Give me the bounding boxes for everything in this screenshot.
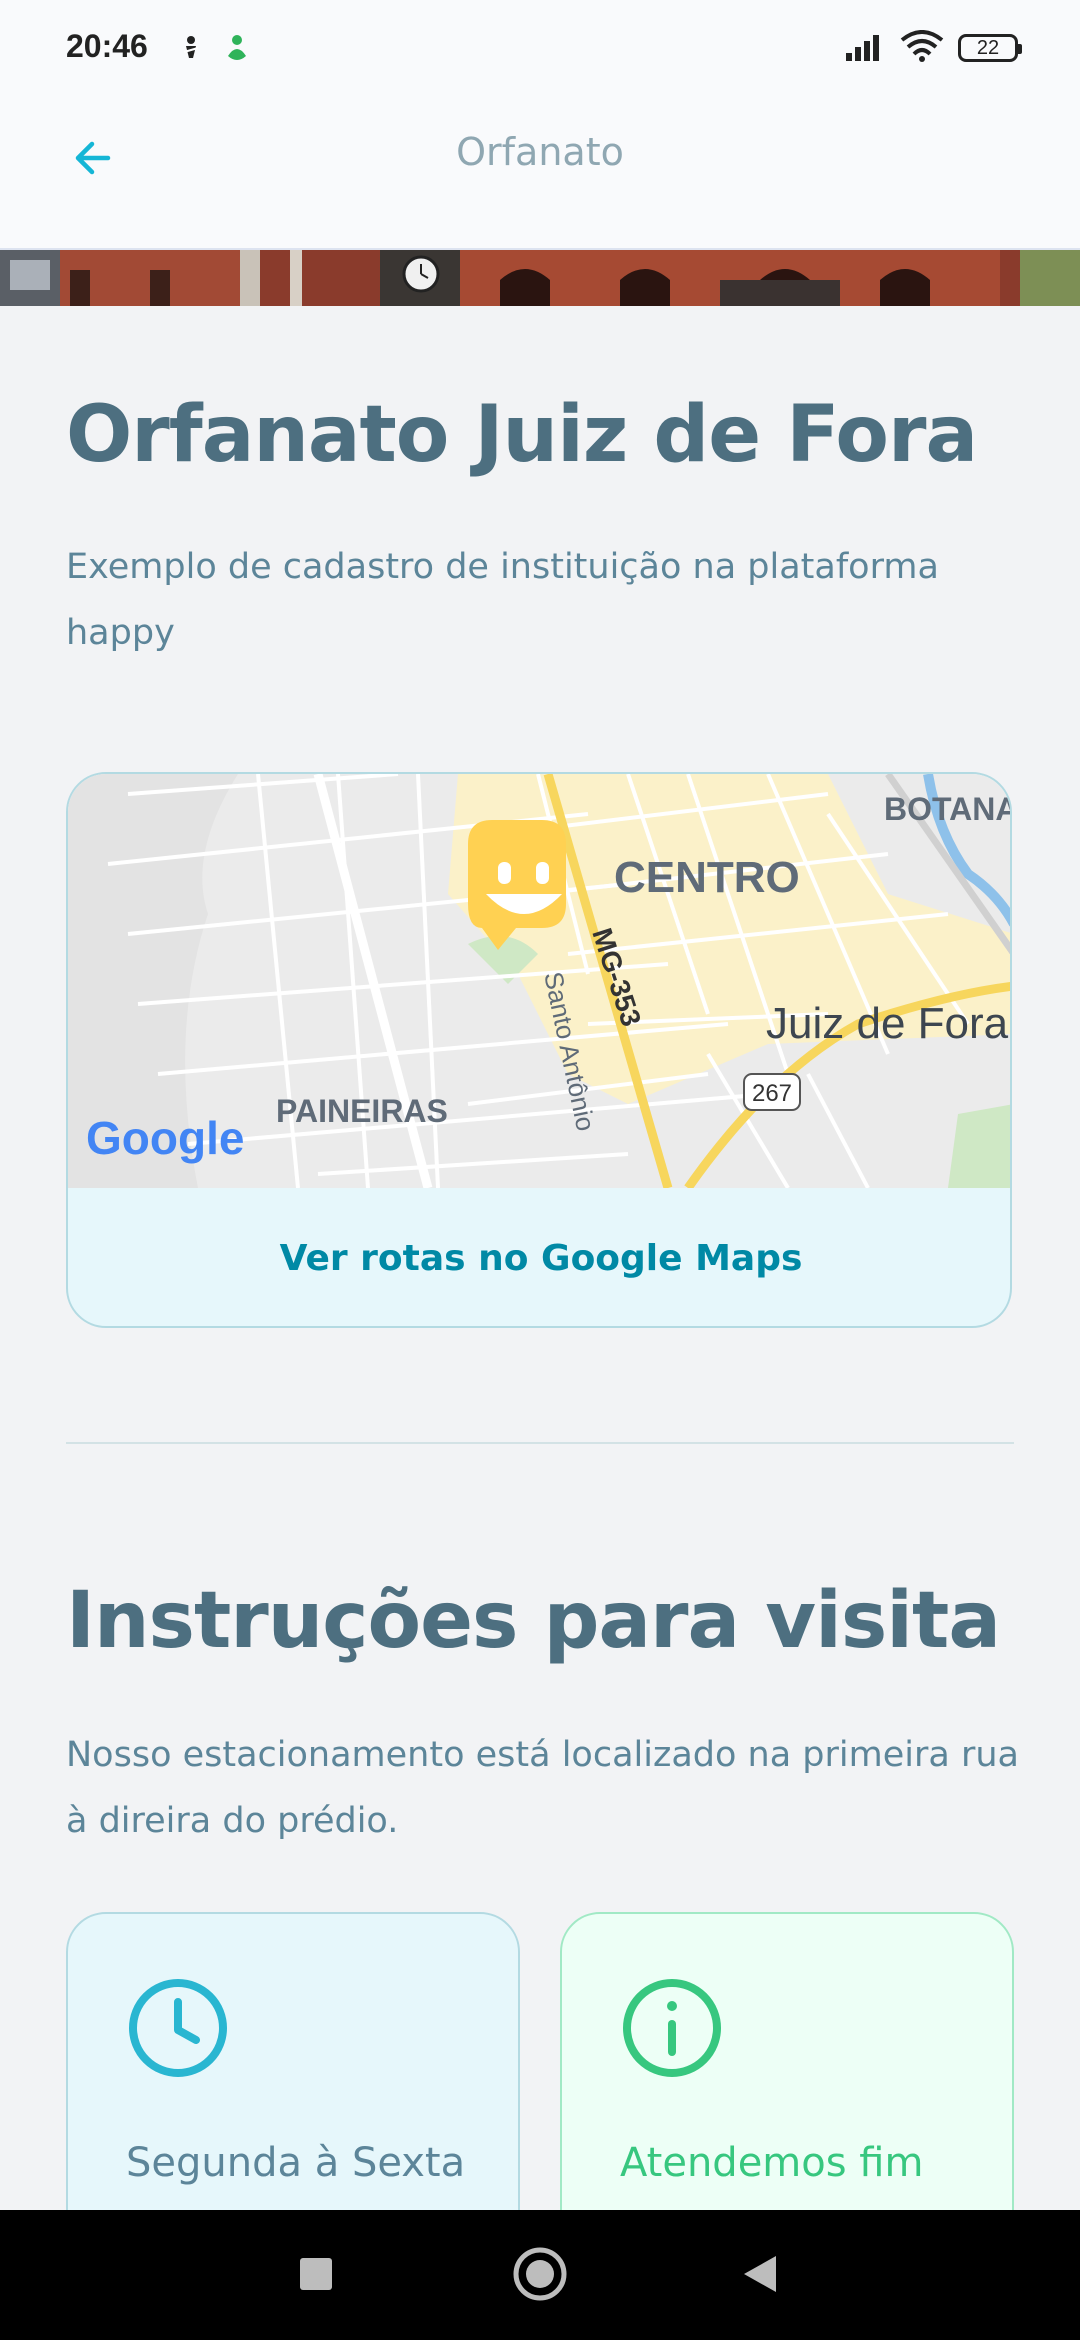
- map-card: BOTANA CENTRO MG-353 Santo Antônio Juiz …: [66, 772, 1012, 1328]
- status-bar: 20:46 22: [0, 0, 1080, 100]
- back-nav-button[interactable]: [742, 2254, 778, 2298]
- map-label-centro: CENTRO: [614, 853, 800, 902]
- status-time: 20:46: [66, 28, 148, 64]
- google-maps-route-link[interactable]: Ver rotas no Google Maps: [68, 1188, 1010, 1326]
- notification-app-icon-green: [224, 34, 250, 68]
- square-icon: [300, 2258, 332, 2290]
- header-title: Orfanato: [456, 130, 624, 174]
- map-label-highway: 267: [752, 1080, 792, 1107]
- home-button[interactable]: [512, 2246, 568, 2306]
- visit-section-title: Instruções para visita: [66, 1576, 1001, 1666]
- info-icon: [620, 1976, 724, 2080]
- triangle-back-icon: [744, 2256, 776, 2292]
- map-label-city: Juiz de Fora: [766, 999, 1009, 1048]
- visit-instructions: Nosso estacionamento está localizado na …: [66, 1735, 1019, 1841]
- map-view[interactable]: BOTANA CENTRO MG-353 Santo Antônio Juiz …: [68, 774, 1012, 1191]
- status-indicators: 22: [846, 30, 1022, 66]
- notification-app-icon: [178, 34, 204, 64]
- google-logo: Google: [86, 1112, 244, 1164]
- app-header: Orfanato: [0, 100, 1080, 250]
- map-label-botanica: BOTANA: [884, 791, 1012, 827]
- home-circle-icon: [513, 2247, 567, 2301]
- orphanage-name: Orfanato Juiz de Fora: [66, 390, 978, 480]
- weekend-info-text: Atendemos fim: [620, 2140, 924, 2186]
- opening-hours-text: Segunda à Sexta: [126, 2140, 466, 2186]
- battery-indicator: 22: [958, 34, 1022, 62]
- section-divider: [66, 1442, 1014, 1444]
- clock-icon: [126, 1976, 230, 2080]
- system-navigation-bar: [0, 2210, 1080, 2340]
- map-label-paineiras: PAINEIRAS: [276, 1093, 448, 1129]
- signal-icon: [846, 31, 886, 65]
- orphanage-description: Exemplo de cadastro de instituição na pl…: [66, 547, 939, 653]
- wifi-icon: [900, 30, 944, 66]
- orphanage-photo[interactable]: [0, 250, 1080, 306]
- recent-apps-button[interactable]: [298, 2256, 334, 2296]
